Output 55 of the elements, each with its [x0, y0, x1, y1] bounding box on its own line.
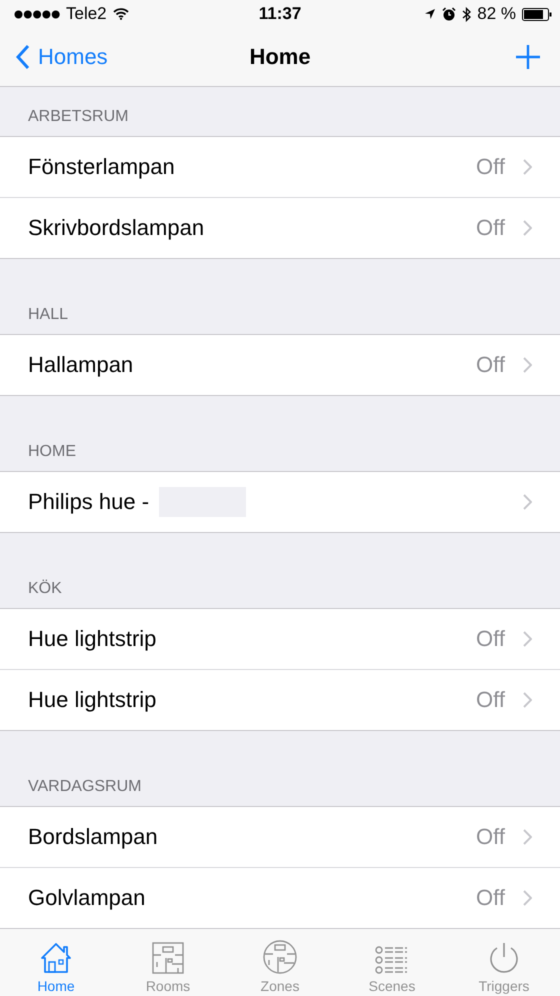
carrier-name: Tele2: [66, 4, 107, 24]
list-row[interactable]: Philips hue -: [0, 472, 560, 532]
chevron-left-icon: [16, 44, 30, 70]
row-status: Off: [476, 626, 505, 652]
chevron-right-icon: [523, 890, 532, 906]
chevron-right-icon: [523, 220, 532, 236]
chevron-right-icon: [523, 159, 532, 175]
section-header: ARBETSRUM: [28, 108, 128, 126]
battery-icon: [522, 8, 552, 20]
section-header: HOME: [28, 443, 76, 461]
location-icon: [424, 8, 436, 20]
row-status: Off: [476, 215, 505, 241]
row-title: Hue lightstrip: [28, 687, 156, 713]
row-status: Off: [476, 154, 505, 180]
list-row[interactable]: Golvlampan Off: [0, 868, 560, 928]
battery-percent: 82 %: [477, 4, 516, 24]
row-title: Golvlampan: [28, 885, 146, 911]
list-row[interactable]: Skrivbordslampan Off: [0, 198, 560, 258]
row-status: Off: [476, 824, 505, 850]
row-title: Hallampan: [28, 352, 134, 378]
section-header: HALL: [28, 306, 68, 324]
chevron-right-icon: [523, 631, 532, 647]
tab-item[interactable]: Home: [0, 929, 112, 996]
row-status: Off: [476, 352, 505, 378]
floorplan-icon: [152, 942, 184, 974]
chevron-right-icon: [523, 829, 532, 845]
list-row[interactable]: Bordslampan Off: [0, 807, 560, 868]
signal-icon: [14, 10, 60, 18]
list-icon: [375, 946, 409, 974]
row-title: Philips hue -: [28, 489, 150, 515]
alarm-icon: [442, 7, 456, 21]
list-row[interactable]: Hue lightstrip Off: [0, 670, 560, 730]
chevron-right-icon: [523, 494, 532, 510]
house-icon: [39, 942, 73, 974]
status-time: 11:37: [258, 4, 302, 24]
row-title: Bordslampan: [28, 824, 158, 850]
row-title: Fönsterlampan: [28, 154, 175, 180]
row-status: Off: [476, 687, 505, 713]
chevron-right-icon: [523, 692, 532, 708]
section-header: KÖK: [28, 580, 62, 598]
back-button[interactable]: Homes: [16, 44, 108, 70]
row-status: Off: [476, 885, 505, 911]
wifi-icon: [112, 8, 129, 20]
row-title: Skrivbordslampan: [28, 215, 204, 241]
add-icon[interactable]: [516, 45, 540, 69]
row-title: Hue lightstrip: [28, 626, 156, 652]
power-icon: [488, 942, 520, 974]
section-header: VARDAGSRUM: [28, 778, 142, 796]
bluetooth-icon: [462, 6, 472, 22]
chevron-right-icon: [523, 357, 532, 373]
nav-title: Home: [249, 44, 311, 70]
list-row[interactable]: Fönsterlampan Off: [0, 137, 560, 198]
list-row[interactable]: Hue lightstrip Off: [0, 609, 560, 670]
list-row[interactable]: Hallampan Off: [0, 335, 560, 395]
zone-floorplan-icon: [263, 940, 297, 974]
